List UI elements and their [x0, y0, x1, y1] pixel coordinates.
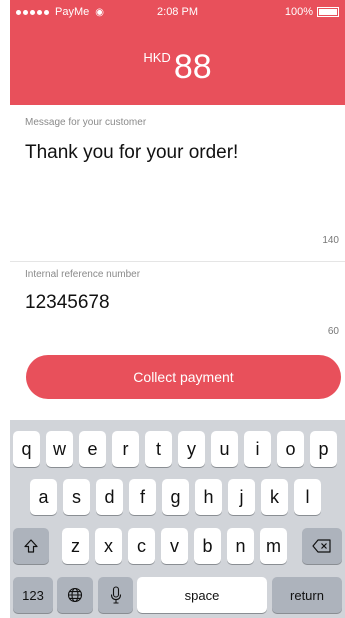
key-j[interactable]: j [228, 479, 255, 515]
reference-char-counter: 60 [327, 326, 339, 337]
microphone-key[interactable] [98, 577, 133, 613]
key-b[interactable]: b [194, 528, 221, 564]
shift-key[interactable] [13, 528, 49, 564]
shift-icon [24, 539, 38, 553]
payment-amount: HKD88 [10, 48, 345, 87]
key-l[interactable]: l [294, 479, 321, 515]
reference-input[interactable]: 12345678 [25, 292, 110, 314]
key-n[interactable]: n [227, 528, 254, 564]
keyboard: q w e r t y u i o p a s d f g h j k l z … [10, 420, 345, 618]
message-char-counter: 140 [322, 235, 339, 246]
key-m[interactable]: m [260, 528, 287, 564]
message-field-label: Message for your customer [25, 117, 147, 128]
key-y[interactable]: y [178, 431, 205, 467]
collect-payment-button[interactable]: Collect payment [26, 355, 341, 399]
key-s[interactable]: s [63, 479, 90, 515]
amount-value: 88 [173, 48, 212, 86]
battery-icon [317, 7, 339, 17]
key-x[interactable]: x [95, 528, 122, 564]
key-z[interactable]: z [62, 528, 89, 564]
key-o[interactable]: o [277, 431, 304, 467]
key-q[interactable]: q [13, 431, 40, 467]
key-p[interactable]: p [310, 431, 337, 467]
key-t[interactable]: t [145, 431, 172, 467]
reference-field[interactable]: Internal reference number 12345678 60 [10, 262, 345, 347]
key-a[interactable]: a [30, 479, 57, 515]
amount-header: PayMe ◉ 2:08 PM 100% HKD88 [10, 0, 345, 105]
key-v[interactable]: v [161, 528, 188, 564]
key-e[interactable]: e [79, 431, 106, 467]
currency-code: HKD [143, 50, 171, 65]
key-u[interactable]: u [211, 431, 238, 467]
key-h[interactable]: h [195, 479, 222, 515]
microphone-icon [110, 586, 121, 604]
delete-key[interactable] [302, 528, 342, 564]
key-w[interactable]: w [46, 431, 73, 467]
reference-field-label: Internal reference number [25, 269, 141, 280]
key-f[interactable]: f [129, 479, 156, 515]
key-c[interactable]: c [128, 528, 155, 564]
return-key[interactable]: return [272, 577, 342, 613]
numbers-key[interactable]: 123 [13, 577, 53, 613]
status-bar: PayMe ◉ 2:08 PM 100% [10, 6, 345, 20]
message-field[interactable]: Message for your customer Thank you for … [10, 105, 345, 262]
key-g[interactable]: g [162, 479, 189, 515]
key-k[interactable]: k [261, 479, 288, 515]
globe-icon [67, 587, 83, 603]
battery-percent: 100% [284, 6, 313, 18]
key-i[interactable]: i [244, 431, 271, 467]
delete-icon [312, 539, 331, 553]
key-r[interactable]: r [112, 431, 139, 467]
message-input[interactable]: Thank you for your order! [25, 142, 238, 164]
key-d[interactable]: d [96, 479, 123, 515]
space-key[interactable]: space [137, 577, 267, 613]
globe-key[interactable] [57, 577, 93, 613]
